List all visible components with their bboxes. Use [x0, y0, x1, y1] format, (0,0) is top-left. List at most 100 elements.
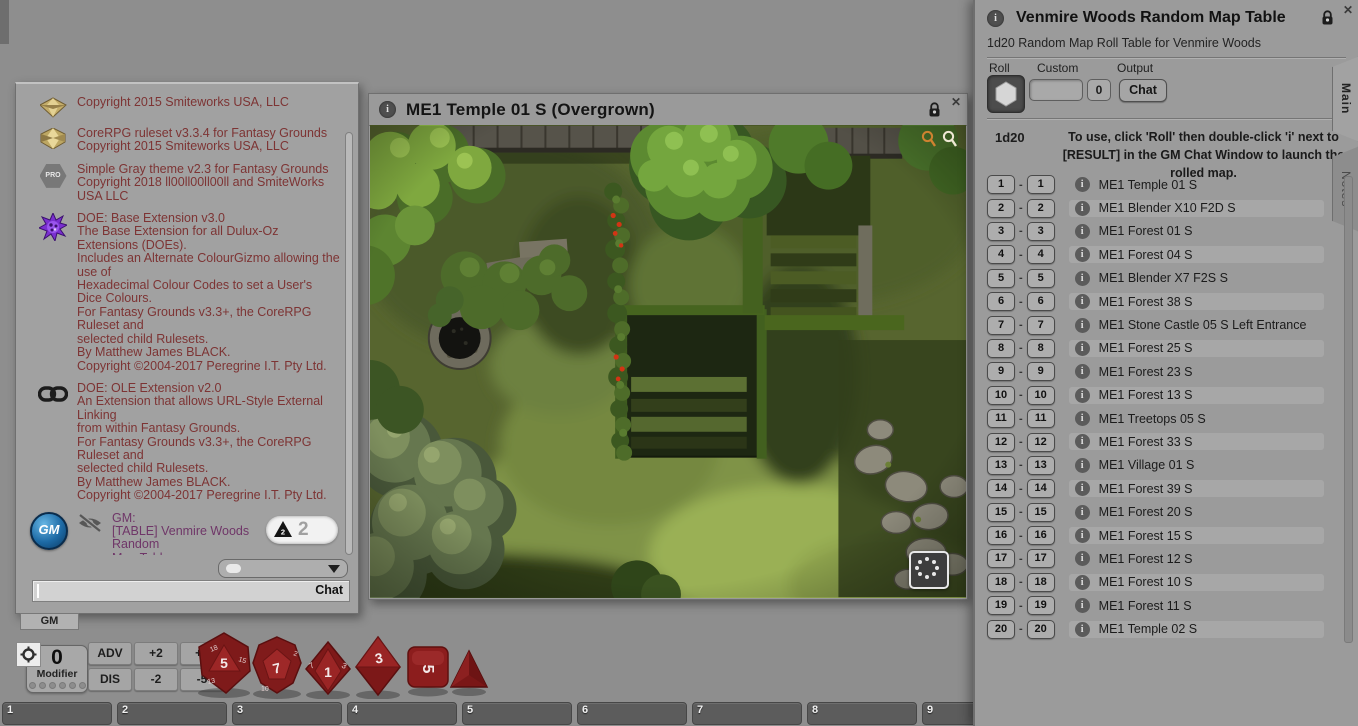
range-to-box[interactable]: 15	[1027, 503, 1055, 522]
row-info-icon[interactable]	[1075, 271, 1090, 286]
range-from-box[interactable]: 19	[987, 596, 1015, 615]
range-to-box[interactable]: 16	[1027, 526, 1055, 545]
row-info-icon[interactable]	[1075, 224, 1090, 239]
range-to-box[interactable]: 3	[1027, 222, 1055, 241]
hotkey-slot[interactable]: 8	[807, 702, 917, 725]
row-info-icon[interactable]	[1075, 434, 1090, 449]
d4-die[interactable]	[446, 647, 492, 704]
custom-mod-box[interactable]: 0	[1087, 79, 1111, 101]
row-info-icon[interactable]	[1075, 364, 1090, 379]
row-info-icon[interactable]	[1075, 411, 1090, 426]
hotkey-slot[interactable]: 1	[2, 702, 112, 725]
row-info-icon[interactable]	[1075, 388, 1090, 403]
range-to-box[interactable]: 1	[1027, 175, 1055, 194]
range-from-box[interactable]: 14	[987, 479, 1015, 498]
range-from-box[interactable]: 8	[987, 339, 1015, 358]
range-to-box[interactable]: 4	[1027, 245, 1055, 264]
chat-log[interactable]: Copyright 2015 Smiteworks USA, LLC CoreR…	[24, 88, 340, 555]
dis-button[interactable]: DIS	[88, 668, 132, 691]
d20-die[interactable]: 5 18 15 13	[196, 631, 252, 704]
range-from-box[interactable]: 11	[987, 409, 1015, 428]
range-from-box[interactable]: 4	[987, 245, 1015, 264]
map-window-header[interactable]: ME1 Temple 01 S (Overgrown)	[369, 94, 967, 126]
range-from-box[interactable]: 7	[987, 316, 1015, 335]
roll-result-badge[interactable]: 2 2	[266, 516, 338, 544]
hotkey-slot[interactable]: 2	[117, 702, 227, 725]
row-info-icon[interactable]	[1075, 598, 1090, 613]
minus2-button[interactable]: -2	[134, 668, 178, 691]
range-from-box[interactable]: 10	[987, 386, 1015, 405]
map-canvas[interactable]	[370, 125, 966, 598]
hotkey-slot[interactable]: 4	[347, 702, 457, 725]
zoom-in-icon[interactable]	[921, 130, 937, 149]
range-from-box[interactable]: 9	[987, 362, 1015, 381]
row-info-icon[interactable]	[1075, 294, 1090, 309]
row-info-icon[interactable]	[1075, 528, 1090, 543]
output-chat-button[interactable]: Chat	[1119, 79, 1167, 102]
range-to-box[interactable]: 10	[1027, 386, 1055, 405]
range-from-box[interactable]: 13	[987, 456, 1015, 475]
range-from-box[interactable]: 18	[987, 573, 1015, 592]
row-info-icon[interactable]	[1075, 622, 1090, 637]
row-info-icon[interactable]	[1075, 505, 1090, 520]
range-from-box[interactable]: 12	[987, 433, 1015, 452]
range-to-box[interactable]: 6	[1027, 292, 1055, 311]
row-info-icon[interactable]	[1075, 575, 1090, 590]
row-info-icon[interactable]	[1075, 177, 1090, 192]
chat-input[interactable]	[33, 581, 349, 601]
close-icon[interactable]	[949, 95, 963, 109]
row-info-icon[interactable]	[1075, 458, 1090, 473]
table-window-header[interactable]: Venmire Woods Random Map Table	[975, 0, 1358, 27]
range-to-box[interactable]: 5	[1027, 269, 1055, 288]
chat-scrollbar[interactable]	[345, 132, 353, 553]
row-info-icon[interactable]	[1075, 201, 1090, 216]
range-from-box[interactable]: 20	[987, 620, 1015, 639]
zoom-out-icon[interactable]	[942, 130, 958, 149]
row-info-icon[interactable]	[1075, 318, 1090, 333]
options-gear-button[interactable]	[16, 642, 41, 667]
range-to-box[interactable]: 2	[1027, 199, 1055, 218]
range-to-box[interactable]: 12	[1027, 433, 1055, 452]
row-info-icon[interactable]	[1075, 247, 1090, 262]
row-info-icon[interactable]	[1075, 481, 1090, 496]
d10-die[interactable]: 1 7 3	[303, 639, 353, 704]
range-from-box[interactable]: 2	[987, 199, 1015, 218]
radial-menu-button[interactable]	[909, 551, 949, 589]
table-info-icon[interactable]	[987, 10, 1004, 27]
range-to-box[interactable]: 20	[1027, 620, 1055, 639]
range-to-box[interactable]: 7	[1027, 316, 1055, 335]
d8-die[interactable]: 3	[352, 635, 404, 704]
row-info-icon[interactable]	[1075, 551, 1090, 566]
gm-identity-tab[interactable]: GM	[20, 613, 79, 630]
d12-die[interactable]: 7 10 2	[251, 635, 303, 704]
roll-die-button[interactable]	[987, 75, 1025, 113]
close-icon[interactable]	[1341, 3, 1355, 17]
range-to-box[interactable]: 14	[1027, 479, 1055, 498]
range-from-box[interactable]: 17	[987, 549, 1015, 568]
tab-main[interactable]: Main	[1332, 56, 1358, 142]
plus2-button[interactable]: +2	[134, 642, 178, 665]
range-from-box[interactable]: 1	[987, 175, 1015, 194]
table-scrollbar[interactable]	[1344, 176, 1353, 643]
range-to-box[interactable]: 18	[1027, 573, 1055, 592]
range-from-box[interactable]: 5	[987, 269, 1015, 288]
map-info-icon[interactable]	[379, 101, 396, 118]
hotkey-slot[interactable]: 5	[462, 702, 572, 725]
hotkey-slot[interactable]: 3	[232, 702, 342, 725]
range-to-box[interactable]: 19	[1027, 596, 1055, 615]
d6-die[interactable]: 5	[404, 643, 452, 702]
custom-dice-field[interactable]	[1029, 79, 1083, 101]
range-from-box[interactable]: 16	[987, 526, 1015, 545]
range-to-box[interactable]: 9	[1027, 362, 1055, 381]
range-to-box[interactable]: 17	[1027, 549, 1055, 568]
range-to-box[interactable]: 8	[1027, 339, 1055, 358]
lock-icon[interactable]	[928, 102, 941, 118]
chat-mode-dropdown[interactable]	[218, 559, 348, 578]
range-from-box[interactable]: 6	[987, 292, 1015, 311]
range-to-box[interactable]: 11	[1027, 409, 1055, 428]
range-to-box[interactable]: 13	[1027, 456, 1055, 475]
row-info-icon[interactable]	[1075, 341, 1090, 356]
adv-button[interactable]: ADV	[88, 642, 132, 665]
hotkey-slot[interactable]: 6	[577, 702, 687, 725]
lock-icon[interactable]	[1321, 10, 1334, 26]
